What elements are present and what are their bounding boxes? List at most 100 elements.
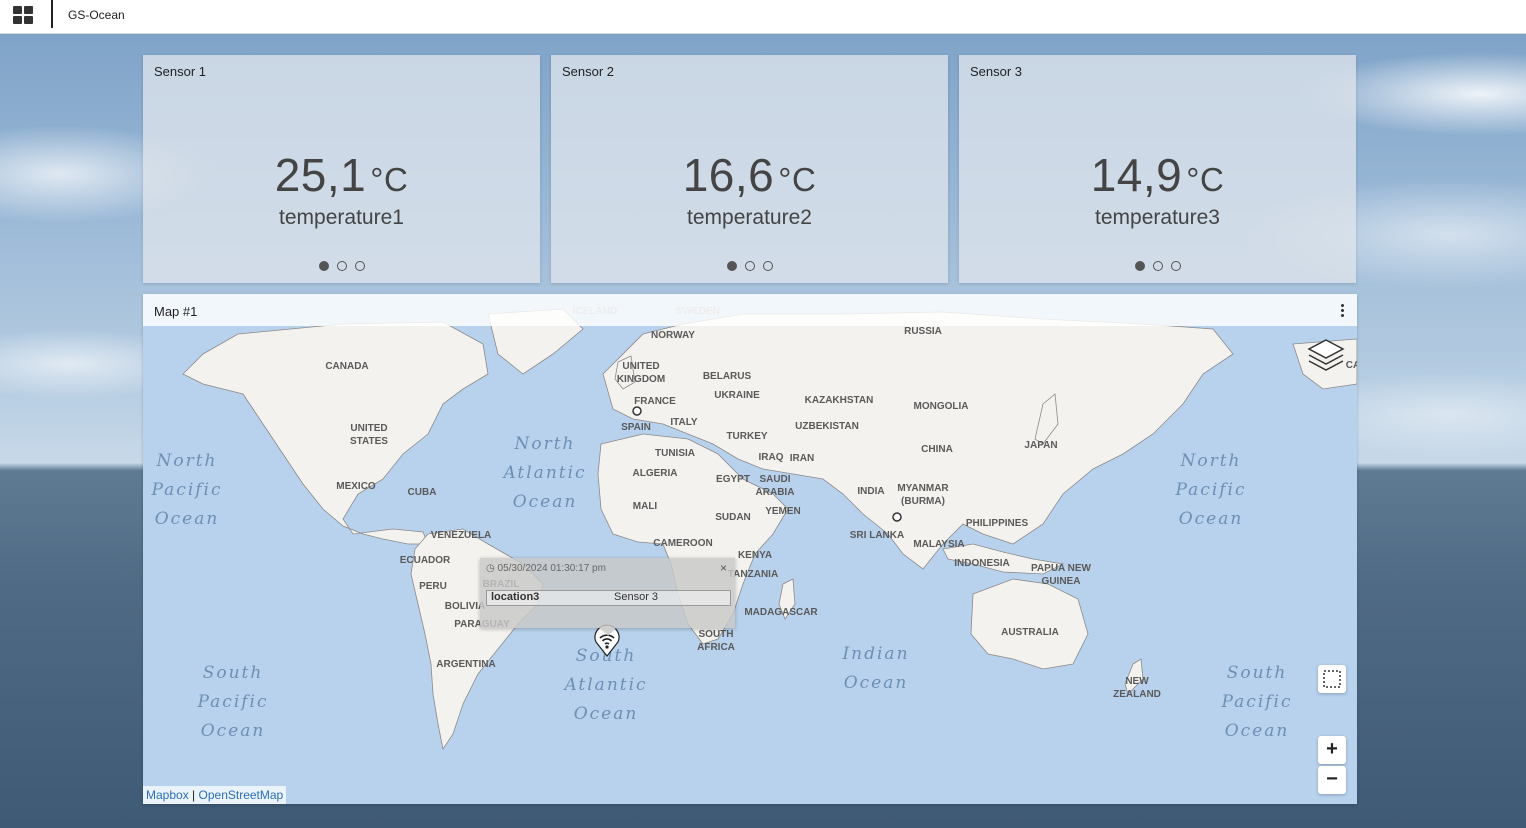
country-label: CANADA bbox=[325, 361, 368, 372]
pager-dot[interactable] bbox=[1170, 261, 1181, 271]
pager-dot[interactable] bbox=[336, 261, 347, 271]
openstreetmap-link[interactable]: OpenStreetMap bbox=[199, 788, 284, 802]
country-label: ZEALAND bbox=[1113, 689, 1161, 700]
country-label: VENEZUELA bbox=[431, 530, 492, 541]
country-label: UNITED bbox=[622, 361, 659, 372]
ocean-label: Ocean bbox=[155, 509, 220, 529]
layers-icon[interactable] bbox=[1307, 338, 1345, 374]
pager-dots bbox=[143, 261, 540, 271]
sensor-value-row: 25,1 °C bbox=[143, 148, 540, 202]
country-label: MEXICO bbox=[336, 481, 376, 492]
sensor-value: 25,1 bbox=[274, 149, 367, 201]
sensor-value-row: 16,6 °C bbox=[551, 148, 948, 202]
country-label: SUDAN bbox=[715, 512, 751, 523]
country-label: IRAN bbox=[790, 453, 814, 464]
country-label: KENYA bbox=[738, 550, 772, 561]
country-label: MONGOLIA bbox=[914, 401, 969, 412]
country-label: GUINEA bbox=[1042, 576, 1081, 587]
sensor-label: temperature2 bbox=[687, 206, 812, 229]
ocean-label: Pacific bbox=[1174, 480, 1246, 500]
sensor-unit: °C bbox=[1186, 161, 1225, 198]
apps-grid-icon[interactable] bbox=[13, 6, 35, 26]
pager-dots bbox=[551, 261, 948, 271]
country-label: BELARUS bbox=[703, 371, 752, 382]
sensor-label: temperature3 bbox=[1095, 206, 1220, 229]
country-label: MALI bbox=[633, 501, 658, 512]
country-label: TANZANIA bbox=[728, 569, 778, 580]
country-label: ARGENTINA bbox=[436, 659, 495, 670]
mapbox-link[interactable]: Mapbox bbox=[146, 788, 189, 802]
map-title: Map #1 bbox=[154, 304, 198, 319]
country-label: (BURMA) bbox=[901, 496, 945, 507]
sensor-value: 14,9 bbox=[1090, 149, 1183, 201]
zoom-out-button[interactable]: − bbox=[1318, 766, 1346, 794]
sensor-title: Sensor 3 bbox=[970, 64, 1023, 79]
country-label: KAZAKHSTAN bbox=[805, 395, 874, 406]
top-bar: GS-Ocean bbox=[0, 0, 1526, 34]
world-map[interactable]: ICELANDSWEDENNORWAYRUSSIACANADAUNITEDKIN… bbox=[143, 294, 1357, 804]
country-label: SAUDI bbox=[759, 474, 790, 485]
divider bbox=[51, 0, 53, 28]
popup-key: location3 bbox=[491, 591, 540, 603]
ocean-label: Pacific bbox=[1220, 692, 1292, 712]
country-label: FRANCE bbox=[634, 396, 676, 407]
country-label: MALAYSIA bbox=[913, 539, 964, 550]
country-label: NEW bbox=[1125, 676, 1149, 687]
sensor-value-row: 14,9 °C bbox=[959, 148, 1356, 202]
country-label: UKRAINE bbox=[714, 390, 760, 401]
ocean-label: North bbox=[1179, 451, 1241, 471]
pager-dot[interactable] bbox=[318, 261, 329, 271]
country-label: INDONESIA bbox=[954, 558, 1010, 569]
popup-timestamp: ◷ 05/30/2024 01:30:17 pm bbox=[486, 563, 606, 574]
attribution-separator: | bbox=[192, 788, 196, 802]
country-label: ECUADOR bbox=[400, 555, 451, 566]
country-label: MYANMAR bbox=[897, 483, 949, 494]
location-marker bbox=[892, 512, 902, 522]
pager-dot[interactable] bbox=[762, 261, 773, 271]
country-label: CUBA bbox=[408, 487, 437, 498]
zoom-in-button[interactable]: + bbox=[1318, 736, 1346, 764]
sensor-title: Sensor 2 bbox=[562, 64, 615, 79]
clock-icon: ◷ bbox=[486, 563, 495, 574]
pager-dot[interactable] bbox=[726, 261, 737, 271]
pager-dot[interactable] bbox=[354, 261, 365, 271]
country-label: CAMEROON bbox=[653, 538, 712, 549]
country-label: NORWAY bbox=[651, 330, 695, 341]
country-label: SRI LANKA bbox=[850, 530, 904, 541]
pager-dot[interactable] bbox=[1152, 261, 1163, 271]
pager-dot[interactable] bbox=[744, 261, 755, 271]
country-label: SPAIN bbox=[621, 422, 651, 433]
ocean-label: Ocean bbox=[201, 721, 266, 741]
country-label: JAPAN bbox=[1024, 440, 1057, 451]
pager-dots bbox=[959, 261, 1356, 271]
ocean-label: Atlantic bbox=[562, 675, 647, 695]
ocean-label: Pacific bbox=[196, 692, 268, 712]
country-label: YEMEN bbox=[765, 506, 801, 517]
ocean-label: Ocean bbox=[844, 673, 909, 693]
country-label: UNITED bbox=[350, 423, 387, 434]
sensor-card-1: Sensor 1 25,1 °C temperature1 bbox=[143, 55, 540, 283]
ocean-label: South bbox=[203, 663, 264, 683]
location-marker bbox=[632, 406, 642, 416]
country-label: MADAGASCAR bbox=[744, 607, 818, 618]
country-label: ITALY bbox=[670, 417, 698, 428]
ocean-label: Pacific bbox=[150, 480, 222, 500]
ocean-label: Indian bbox=[841, 644, 909, 664]
ocean-label: North bbox=[155, 451, 217, 471]
map-widget: ICELANDSWEDENNORWAYRUSSIACANADAUNITEDKIN… bbox=[143, 294, 1357, 804]
country-label: CA bbox=[1346, 360, 1357, 371]
country-label: KINGDOM bbox=[617, 374, 665, 385]
close-icon[interactable]: × bbox=[720, 561, 727, 575]
map-header: Map #1 bbox=[143, 294, 1357, 326]
ocean-label: Atlantic bbox=[501, 463, 586, 483]
sensor-unit: °C bbox=[370, 161, 409, 198]
ocean-label: South bbox=[1227, 663, 1288, 683]
sensor-unit: °C bbox=[778, 161, 817, 198]
kebab-menu-icon[interactable] bbox=[1338, 304, 1346, 318]
box-select-icon[interactable] bbox=[1318, 665, 1346, 693]
sensor-label: temperature1 bbox=[279, 206, 404, 229]
country-label: STATES bbox=[350, 436, 388, 447]
country-label: PAPUA NEW bbox=[1031, 563, 1092, 574]
pager-dot[interactable] bbox=[1134, 261, 1145, 271]
ocean-label: Ocean bbox=[574, 704, 639, 724]
